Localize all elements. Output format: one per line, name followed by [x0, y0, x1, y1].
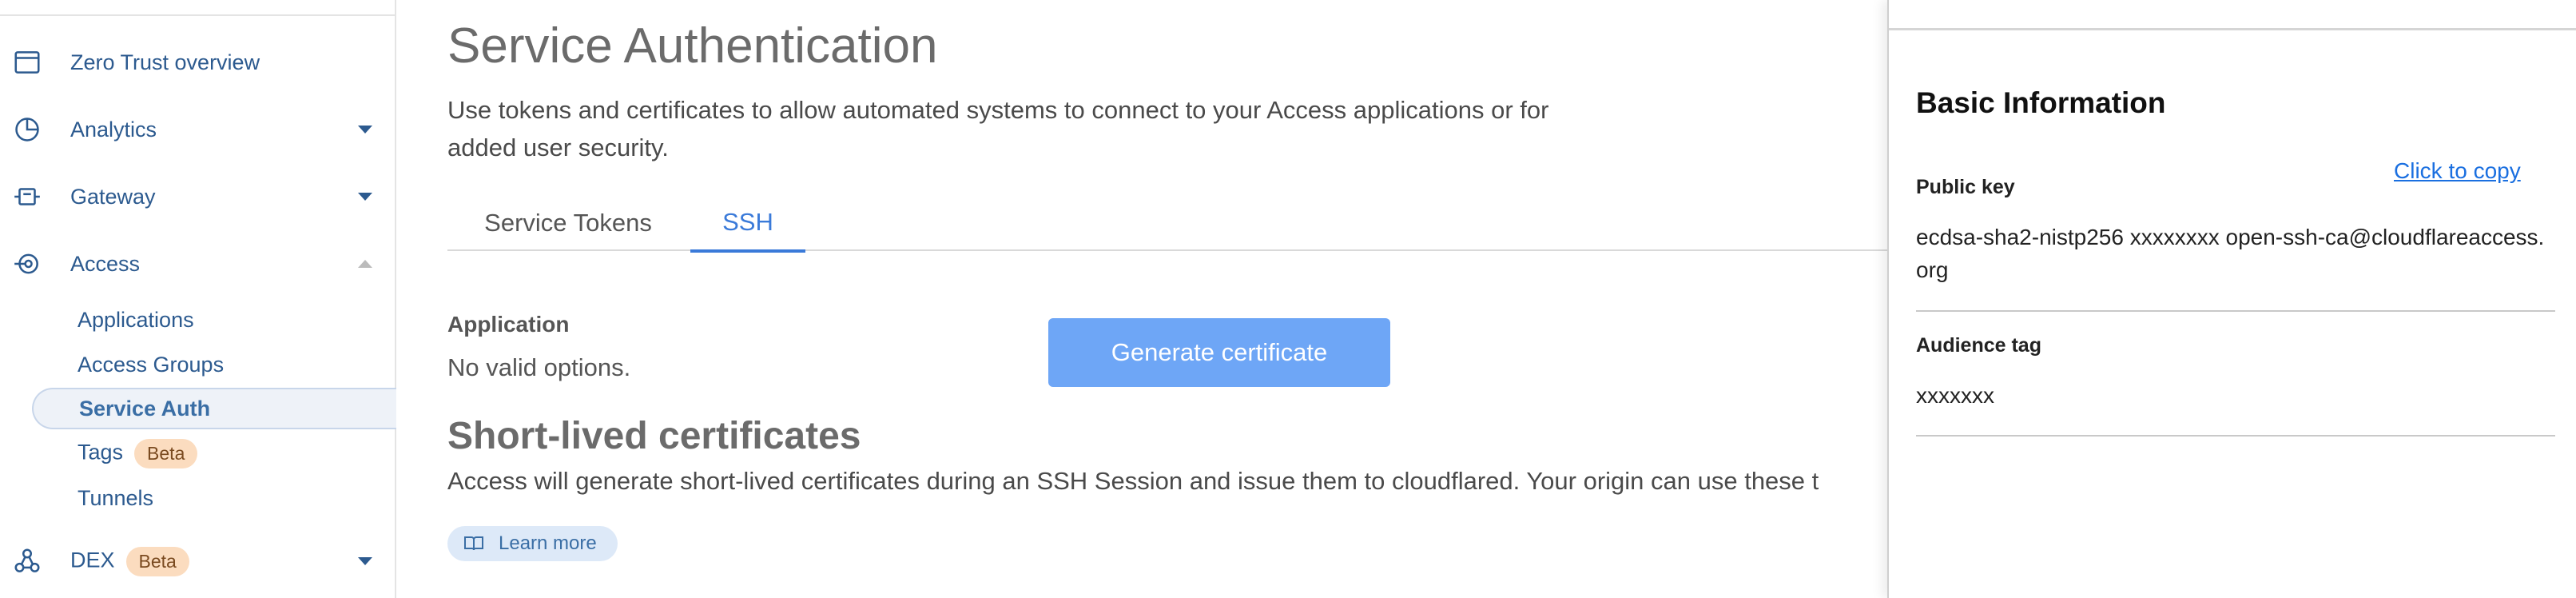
sidebar: Zero Trust overview Analytics Gateway Ac… — [0, 0, 396, 598]
sidebar-subitem-label: Service Auth — [79, 396, 211, 421]
application-value: No valid options. — [447, 353, 631, 381]
sidebar-item-analytics[interactable]: Analytics — [0, 106, 395, 153]
sidebar-subitem-label: Tunnels — [78, 485, 154, 510]
sidebar-item-label: Zero Trust overview — [70, 50, 260, 74]
sidebar-item-label: Access — [70, 251, 141, 276]
basic-information-panel: Basic Information Public key Click to co… — [1887, 0, 2576, 598]
pie-chart-icon — [11, 114, 43, 146]
sidebar-subitem-tunnels[interactable]: Tunnels — [32, 477, 396, 519]
sidebar-item-access[interactable]: Access — [0, 240, 395, 288]
browser-window-icon — [11, 46, 43, 78]
tags-label-text: Tags — [78, 440, 124, 464]
learn-more-button[interactable]: Learn more — [447, 526, 618, 561]
chevron-down-icon[interactable] — [358, 126, 372, 134]
sidebar-top-divider — [0, 0, 395, 16]
generate-certificate-button[interactable]: Generate certificate — [1048, 318, 1390, 387]
chevron-down-icon[interactable] — [358, 193, 372, 201]
section-title: Short-lived certificates — [447, 415, 861, 457]
sidebar-subitem-label: Access Groups — [78, 352, 225, 377]
public-key-value: ecdsa-sha2-nistp256 xxxxxxxx open-ssh-ca… — [1916, 225, 2545, 282]
tab-bar: Service Tokens SSH — [447, 195, 1887, 253]
sidebar-subitem-applications[interactable]: Applications — [32, 299, 396, 341]
access-icon — [11, 248, 43, 280]
sidebar-item-dex[interactable]: DEX Beta — [0, 537, 395, 585]
click-to-copy-link[interactable]: Click to copy — [2394, 158, 2521, 184]
sidebar-item-label: Analytics — [70, 117, 157, 142]
sidebar-item-zero-trust-overview[interactable]: Zero Trust overview — [0, 38, 395, 86]
chevron-down-icon[interactable] — [358, 557, 372, 565]
main-content: Service Authentication Use tokens and ce… — [396, 0, 1887, 598]
dex-label-text: DEX — [70, 548, 115, 572]
sidebar-subitem-access-groups[interactable]: Access Groups — [32, 344, 396, 385]
chevron-up-icon[interactable] — [358, 260, 372, 268]
sidebar-subitem-label: Tags Beta — [78, 438, 198, 468]
audience-tag-label: Audience tag — [1916, 334, 2041, 357]
dex-network-icon — [11, 545, 43, 577]
public-key-label: Public key — [1916, 176, 2015, 198]
beta-badge: Beta — [125, 546, 189, 576]
tab-service-tokens[interactable]: Service Tokens — [447, 195, 689, 251]
page-description: Use tokens and certificates to allow aut… — [447, 96, 1549, 161]
audience-tag-value: xxxxxxx — [1916, 383, 1994, 408]
panel-divider — [1916, 435, 2555, 437]
section-description: Access will generate short-lived certifi… — [447, 467, 1819, 495]
beta-badge: Beta — [134, 438, 198, 468]
tab-ssh[interactable]: SSH — [690, 195, 805, 253]
panel-top-divider — [1889, 0, 2576, 30]
sidebar-item-label: DEX Beta — [70, 546, 189, 576]
panel-heading: Basic Information — [1916, 86, 2166, 119]
page-title: Service Authentication — [447, 18, 938, 74]
sidebar-subitem-tags[interactable]: Tags Beta — [32, 433, 396, 474]
gateway-icon — [11, 181, 43, 213]
sidebar-item-label: Gateway — [70, 184, 156, 209]
sidebar-subitem-service-auth[interactable]: Service Auth — [32, 388, 396, 429]
panel-divider — [1916, 310, 2555, 312]
sidebar-item-gateway[interactable]: Gateway — [0, 173, 395, 221]
learn-more-label: Learn more — [499, 532, 597, 554]
book-icon — [464, 536, 483, 551]
sidebar-subitem-label: Applications — [78, 307, 194, 332]
application-label: Application — [447, 312, 570, 337]
